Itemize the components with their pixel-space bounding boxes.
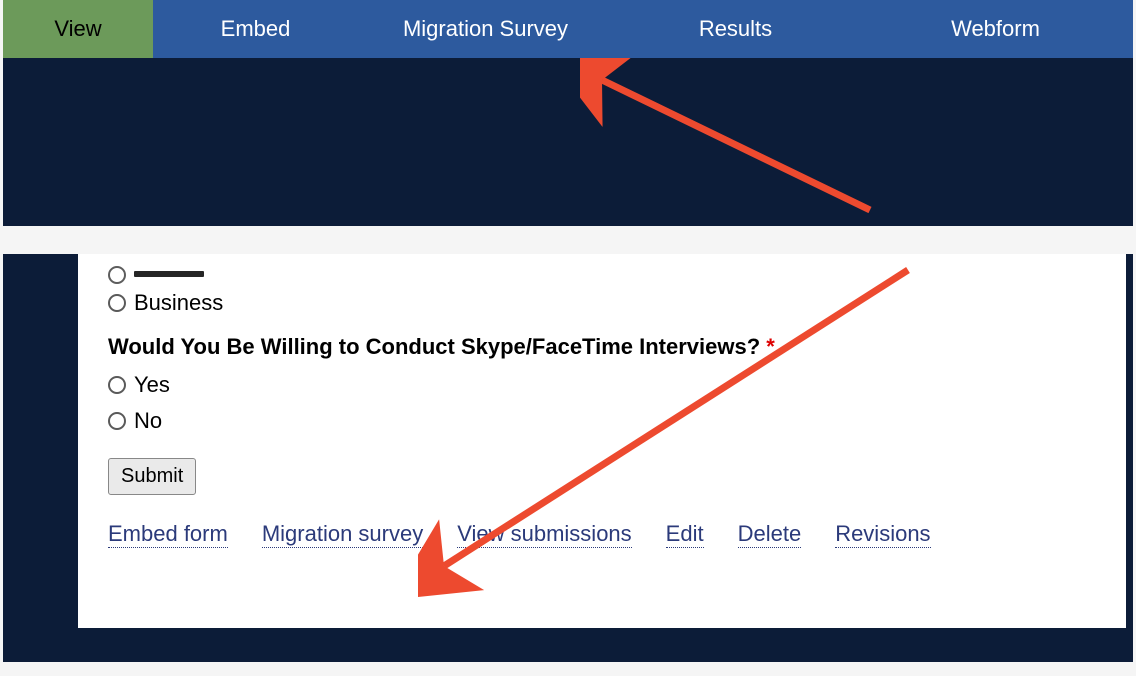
tab-embed[interactable]: Embed	[153, 0, 358, 58]
tab-migration-survey[interactable]: Migration Survey	[358, 0, 613, 58]
form-panel-wrapper: Business Would You Be Willing to Conduct…	[3, 254, 1133, 662]
tab-results[interactable]: Results	[613, 0, 858, 58]
radio-label: No	[134, 408, 162, 434]
link-migration-survey[interactable]: Migration survey	[262, 521, 423, 548]
tab-webform[interactable]: Webform	[858, 0, 1133, 58]
admin-links-row: Embed form Migration survey View submiss…	[108, 521, 1096, 548]
tab-bar: View Embed Migration Survey Results Webf…	[3, 0, 1133, 58]
radio-icon	[108, 294, 126, 312]
question-label: Would You Be Willing to Conduct Skype/Fa…	[108, 334, 1096, 360]
required-marker: *	[766, 334, 775, 359]
top-nav-panel: View Embed Migration Survey Results Webf…	[3, 0, 1133, 226]
radio-label: Yes	[134, 372, 170, 398]
tab-view[interactable]: View	[3, 0, 153, 58]
radio-icon	[108, 266, 126, 284]
form-card: Business Would You Be Willing to Conduct…	[78, 254, 1126, 628]
link-edit[interactable]: Edit	[666, 521, 704, 548]
question-text: Would You Be Willing to Conduct Skype/Fa…	[108, 334, 760, 359]
link-view-submissions[interactable]: View submissions	[457, 521, 631, 548]
truncated-label	[134, 271, 204, 277]
link-revisions[interactable]: Revisions	[835, 521, 930, 548]
radio-icon	[108, 412, 126, 430]
annotation-arrow-top	[580, 58, 900, 228]
radio-option-business[interactable]: Business	[108, 290, 1096, 316]
link-delete[interactable]: Delete	[738, 521, 802, 548]
radio-icon	[108, 376, 126, 394]
radio-option-yes[interactable]: Yes	[108, 372, 1096, 398]
submit-button[interactable]: Submit	[108, 458, 196, 495]
radio-option-no[interactable]: No	[108, 408, 1096, 434]
radio-label: Business	[134, 290, 223, 316]
link-embed-form[interactable]: Embed form	[108, 521, 228, 548]
radio-option-home[interactable]	[108, 266, 1096, 284]
